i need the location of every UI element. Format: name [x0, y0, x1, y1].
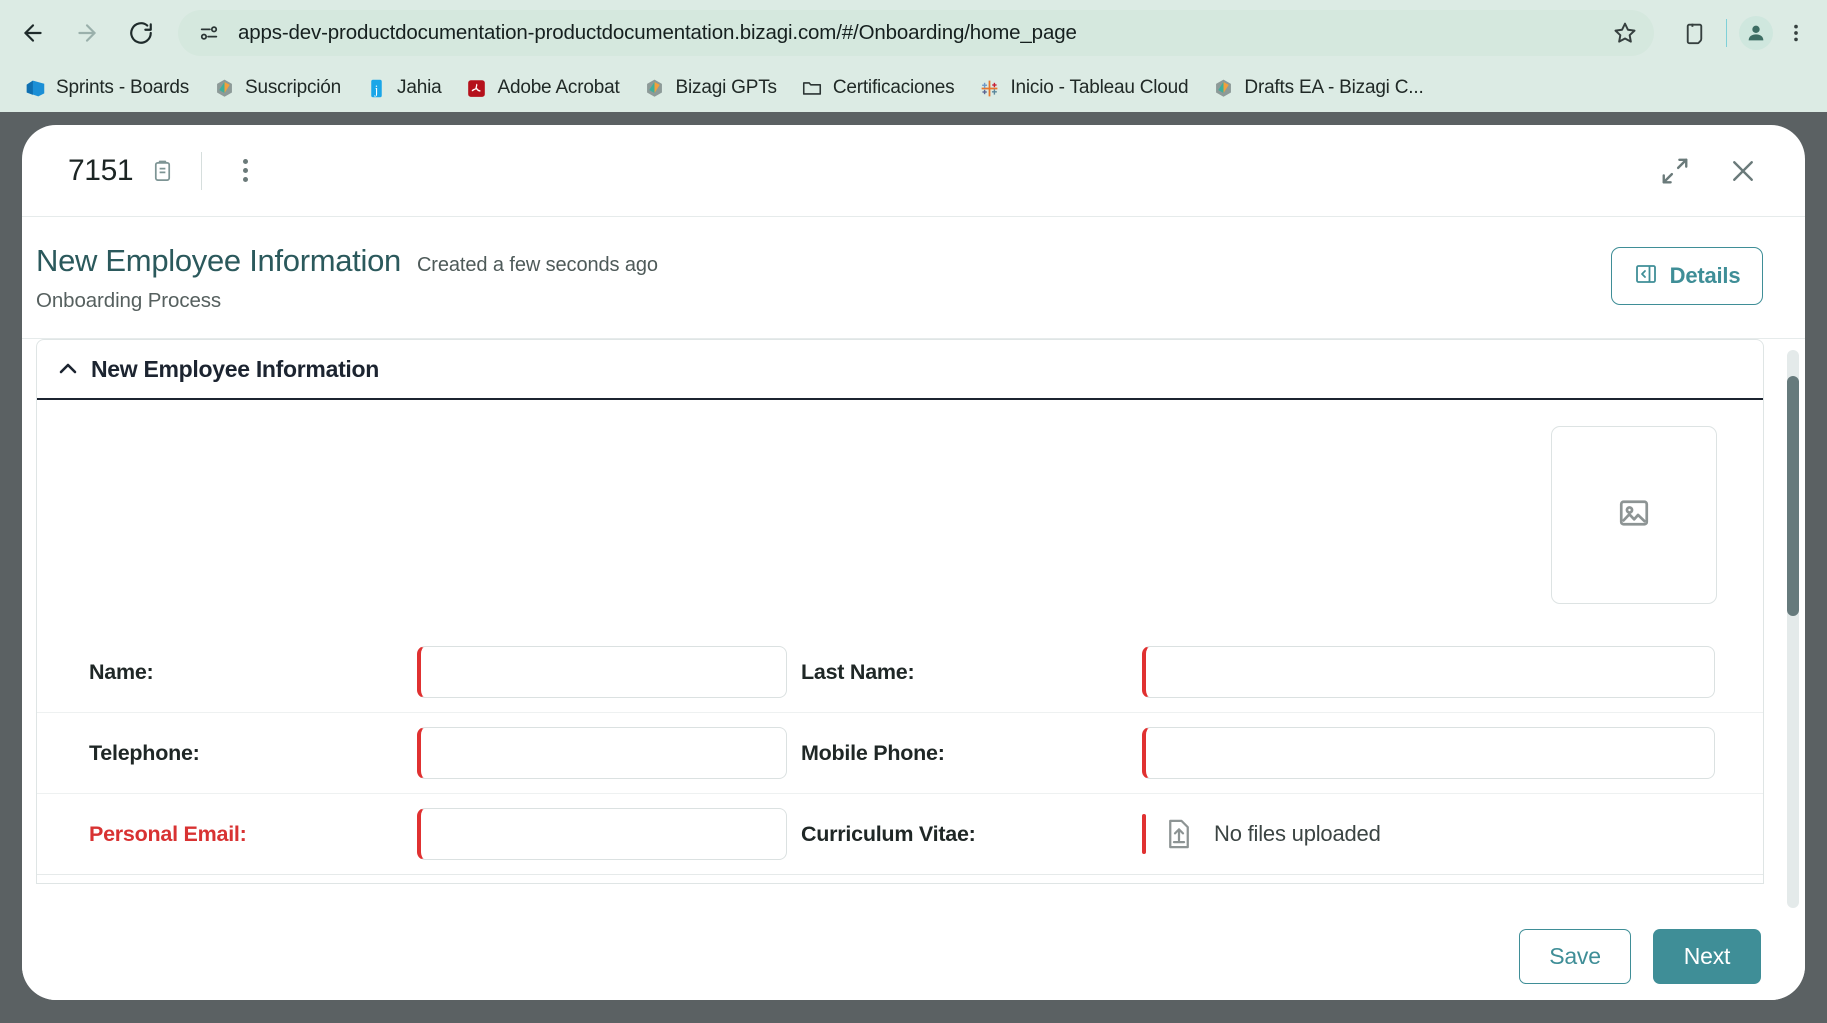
modal-topbar: 7151 — [22, 125, 1805, 217]
site-info-icon[interactable] — [194, 18, 224, 48]
case-modal: 7151 New Employee Information Created a … — [22, 125, 1805, 1000]
form-section-header[interactable]: New Employee Information — [37, 340, 1763, 400]
reload-button[interactable] — [120, 12, 162, 54]
bookmark-item[interactable]: Bizagi GPTs — [634, 70, 787, 106]
curriculum-vitae-uploader[interactable]: No files uploaded — [1142, 808, 1715, 860]
folder-icon — [801, 77, 823, 99]
bookmark-item[interactable]: j Jahia — [355, 70, 451, 106]
field-label-telephone: Telephone: — [89, 740, 200, 765]
bookmark-folder[interactable]: Certificaciones — [791, 70, 965, 106]
bookmark-label: Jahia — [397, 77, 442, 98]
extensions-icon[interactable] — [1674, 13, 1714, 53]
bookmark-label: Inicio - Tableau Cloud — [1010, 77, 1189, 98]
form-grid: Name: Last Name: Telephone: Mobile Phone… — [37, 400, 1763, 875]
profile-avatar[interactable] — [1739, 16, 1773, 50]
browser-chrome: apps-dev-productdocumentation-productdoc… — [0, 0, 1827, 112]
field-cell-last-name — [1142, 646, 1763, 698]
bookmark-label: Bizagi GPTs — [675, 77, 777, 98]
azure-devops-icon — [24, 77, 46, 99]
bookmark-item[interactable]: Adobe Acrobat — [455, 70, 629, 106]
image-placeholder-icon — [1616, 495, 1652, 536]
field-cell-telephone — [417, 727, 787, 779]
personal-email-input[interactable] — [417, 808, 787, 860]
next-button[interactable]: Next — [1653, 928, 1761, 984]
bookmark-item[interactable]: Sprints - Boards — [14, 70, 199, 106]
field-label-curriculum-vitae: Curriculum Vitae: — [801, 821, 976, 846]
adobe-acrobat-icon — [465, 77, 487, 99]
forward-button[interactable] — [66, 12, 108, 54]
bookmark-label: Drafts EA - Bizagi C... — [1244, 77, 1424, 98]
last-name-input[interactable] — [1142, 646, 1715, 698]
form-scrollbar-thumb[interactable] — [1787, 376, 1799, 616]
browser-toolbar: apps-dev-productdocumentation-productdoc… — [0, 0, 1827, 66]
expand-icon[interactable] — [1655, 151, 1695, 191]
more-options-icon[interactable] — [230, 154, 260, 188]
copy-icon[interactable] — [149, 157, 175, 185]
toolbar-divider — [1726, 19, 1727, 47]
telephone-input[interactable] — [417, 727, 787, 779]
bookmark-label: Adobe Acrobat — [497, 77, 620, 98]
svg-text:j: j — [373, 81, 378, 96]
bizagi-icon — [644, 77, 666, 99]
chevron-up-icon[interactable] — [55, 356, 81, 382]
url-text[interactable]: apps-dev-productdocumentation-productdoc… — [238, 21, 1608, 45]
form-row: Name: Last Name: — [37, 632, 1763, 713]
required-indicator — [1142, 814, 1146, 854]
panel-collapse-icon — [1634, 262, 1658, 291]
details-button-label: Details — [1669, 263, 1741, 288]
field-label-name: Name: — [89, 659, 154, 684]
form-body: Name: Last Name: Telephone: Mobile Phone… — [37, 400, 1763, 883]
bookmark-label: Suscripción — [245, 77, 342, 98]
bookmark-label: Certificaciones — [832, 77, 955, 98]
field-label-mobile-phone: Mobile Phone: — [801, 740, 945, 765]
topbar-divider — [201, 151, 203, 190]
details-button[interactable]: Details — [1611, 247, 1763, 305]
bookmarks-bar: Sprints - Boards Suscripción j Jahia Ado… — [0, 64, 1827, 112]
back-button[interactable] — [12, 12, 54, 54]
case-header: New Employee Information Created a few s… — [22, 217, 1805, 339]
file-upload-icon[interactable] — [1162, 815, 1196, 853]
name-input[interactable] — [417, 646, 787, 698]
bizagi-icon — [1212, 77, 1234, 99]
employee-photo-placeholder[interactable] — [1551, 426, 1717, 604]
field-cell-name — [417, 646, 787, 698]
bookmark-item[interactable]: Suscripción — [203, 70, 351, 106]
page-title: New Employee Information — [36, 243, 401, 278]
tableau-icon — [978, 77, 1000, 99]
form-row: Personal Email: Curriculum Vitae: No fil… — [37, 794, 1763, 875]
bookmark-star-icon[interactable] — [1608, 16, 1642, 50]
form-section-title: New Employee Information — [91, 355, 380, 382]
case-title-row: New Employee Information Created a few s… — [36, 243, 658, 279]
bizagi-icon — [213, 77, 235, 99]
close-icon[interactable] — [1723, 151, 1763, 191]
field-label-personal-email: Personal Email: — [89, 821, 247, 846]
process-name: Onboarding Process — [36, 289, 222, 312]
jahia-icon: j — [365, 77, 387, 99]
field-cell-curriculum-vitae: No files uploaded — [1142, 808, 1763, 860]
created-timestamp: Created a few seconds ago — [416, 254, 658, 276]
bookmark-item[interactable]: Drafts EA - Bizagi C... — [1202, 70, 1433, 106]
browser-menu-icon[interactable] — [1777, 14, 1815, 52]
field-label-last-name: Last Name: — [801, 659, 915, 684]
mobile-phone-input[interactable] — [1142, 727, 1715, 779]
case-id: 7151 — [68, 153, 134, 187]
save-button[interactable]: Save — [1519, 928, 1631, 984]
address-bar[interactable]: apps-dev-productdocumentation-productdoc… — [178, 10, 1654, 56]
bookmark-item[interactable]: Inicio - Tableau Cloud — [968, 70, 1198, 106]
form-card: New Employee Information Name: Last Name… — [36, 339, 1764, 884]
form-row: Telephone: Mobile Phone: — [37, 713, 1763, 794]
file-status-text: No files uploaded — [1214, 821, 1381, 846]
form-scroll-region: New Employee Information Name: Last Name… — [22, 339, 1805, 912]
field-cell-personal-email — [417, 808, 787, 860]
bookmark-label: Sprints - Boards — [56, 77, 190, 98]
field-cell-mobile-phone — [1142, 727, 1763, 779]
modal-footer: Save Next — [22, 912, 1805, 1000]
